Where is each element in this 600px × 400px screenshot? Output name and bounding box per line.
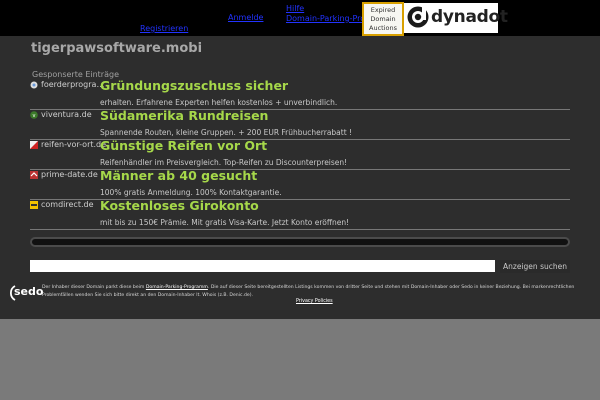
search-input[interactable] (30, 260, 495, 272)
disclaimer-parking-link[interactable]: Domain-Parking-Programm (146, 285, 208, 290)
disclaimer-intro: Der Inhaber dieser Domain parkt diese be… (42, 285, 146, 290)
ad-listing[interactable]: comdirect.de Kostenloses Girokonto mit b… (30, 198, 570, 230)
site-favicon-icon (30, 141, 38, 149)
ad-listing[interactable]: foerderprogramme.net Gründungszuschuss s… (30, 78, 570, 110)
login-link[interactable]: Anmelde (228, 13, 263, 22)
expired-line-3: Auctions (369, 24, 397, 32)
ad-listing[interactable]: v viventura.de Südamerika Rundreisen Spa… (30, 108, 570, 140)
ad-description: Reifenhändler im Preisvergleich. Top-Rei… (100, 158, 348, 167)
domain-title: tigerpawsoftware.mobi (31, 41, 203, 56)
ad-title-link[interactable]: Gründungszuschuss sicher (100, 78, 288, 93)
register-link[interactable]: Registrieren (140, 24, 188, 33)
ad-description: mit bis zu 150€ Prämie. Mit gratis Visa-… (100, 218, 350, 227)
ad-site-link[interactable]: prime-date.de (41, 170, 107, 179)
site-favicon-icon (30, 171, 38, 179)
sedo-wordmark: sedo (14, 285, 44, 298)
site-favicon-icon (30, 201, 38, 209)
ad-description: erhalten. Erfahrene Experten helfen kost… (100, 98, 338, 107)
dynadot-wordmark: dynadot (431, 7, 508, 27)
ad-description: Spannende Routen, kleine Gruppen. + 200 … (100, 128, 353, 137)
expired-line-1: Expired (370, 6, 396, 14)
ad-title-link[interactable]: Südamerika Rundreisen (100, 108, 268, 123)
horizontal-scrollbar[interactable] (30, 237, 570, 247)
ad-listing[interactable]: prime-date.de Männer ab 40 gesucht 100% … (30, 168, 570, 200)
privacy-policies-link[interactable]: Privacy Policies (296, 299, 333, 304)
ad-site-link[interactable]: foerderprogramme.net (41, 80, 107, 89)
expired-domain-auctions-banner[interactable]: Expired Domain Auctions (362, 2, 404, 36)
site-favicon-icon: v (30, 111, 38, 119)
expired-line-2: Domain (370, 15, 396, 23)
parking-panel: tigerpawsoftware.mobi Gesponserte Einträ… (0, 36, 600, 319)
site-favicon-icon (30, 81, 38, 89)
ad-site-link[interactable]: comdirect.de (41, 200, 107, 209)
ad-site-link[interactable]: viventura.de (41, 110, 107, 119)
sedo-logo[interactable]: sedo (5, 284, 44, 304)
search-ads-button[interactable]: Anzeigen suchen (500, 260, 570, 273)
dynadot-logo[interactable]: dynadot (404, 3, 508, 33)
disclaimer-text: Der Inhaber dieser Domain parkt diese be… (42, 284, 582, 300)
ad-description: 100% gratis Anmeldung. 100% Kontaktgaran… (100, 188, 282, 197)
ad-listing[interactable]: reifen-vor-ort.de Günstige Reifen vor Or… (30, 138, 570, 170)
ad-site-link[interactable]: reifen-vor-ort.de (41, 140, 107, 149)
svg-text:v: v (33, 113, 36, 119)
ad-title-link[interactable]: Männer ab 40 gesucht (100, 168, 257, 183)
ad-title-link[interactable]: Kostenloses Girokonto (100, 198, 259, 213)
ad-title-link[interactable]: Günstige Reifen vor Ort (100, 138, 267, 153)
dynadot-d-icon (407, 6, 429, 28)
help-link[interactable]: Hilfe (286, 4, 304, 13)
top-bar: Registrieren Anmelde Hilfe Domain-Parkin… (0, 0, 600, 36)
